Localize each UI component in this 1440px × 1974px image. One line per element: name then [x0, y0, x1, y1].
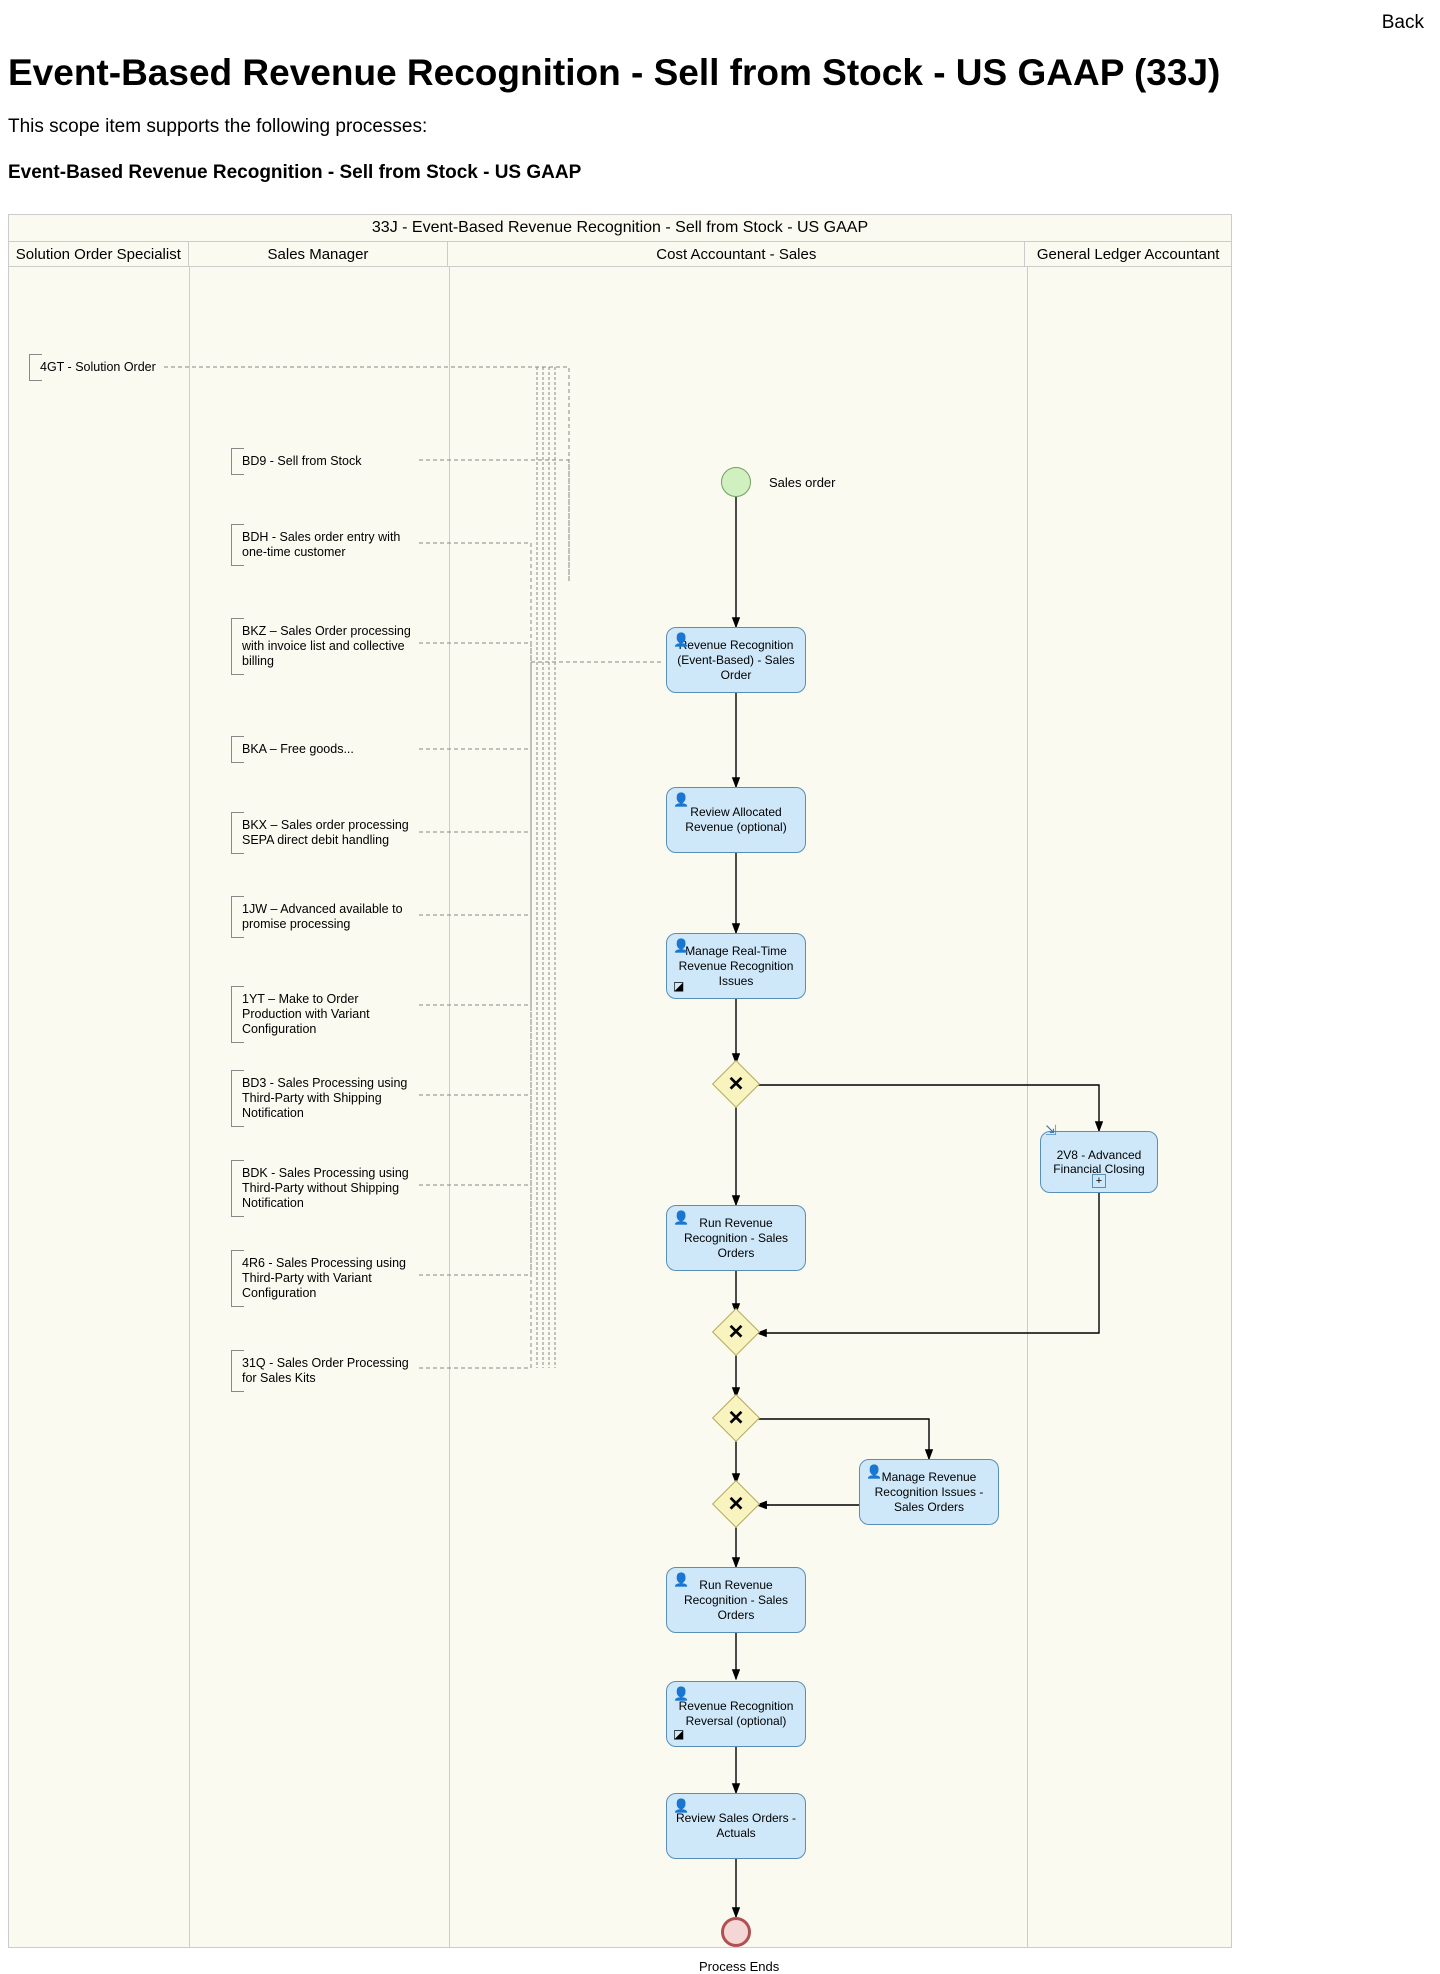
task-revenue-recognition-event-based[interactable]: 👤 Revenue Recognition (Event-Based) - Sa…	[666, 627, 806, 693]
lane-header-general-ledger-accountant: General Ledger Accountant	[1025, 242, 1231, 266]
lane-header-sales-manager: Sales Manager	[189, 242, 449, 266]
lane-header-solution-order-specialist: Solution Order Specialist	[9, 242, 189, 266]
ext-ref[interactable]: BDK - Sales Processing using Third-Party…	[231, 1165, 421, 1211]
marker-icon: ◪	[673, 1727, 684, 1742]
link-icon: ⇲	[1045, 1122, 1057, 1139]
task-run-revenue-recognition-2[interactable]: 👤 Run Revenue Recognition - Sales Orders	[666, 1567, 806, 1633]
task-run-revenue-recognition-1[interactable]: 👤 Run Revenue Recognition - Sales Orders	[666, 1205, 806, 1271]
user-icon: 👤	[673, 1798, 689, 1814]
task-review-sales-orders-actuals[interactable]: 👤 Review Sales Orders - Actuals	[666, 1793, 806, 1859]
ext-ref[interactable]: BKZ – Sales Order processing with invoic…	[231, 623, 421, 669]
start-event-label: Sales order	[769, 475, 835, 490]
ext-ref[interactable]: 1YT – Make to Order Production with Vari…	[231, 991, 421, 1037]
flow-connectors	[9, 267, 1231, 1947]
ext-ref[interactable]: 4R6 - Sales Processing using Third-Party…	[231, 1255, 421, 1301]
task-label: Revenue Recognition (Event-Based) - Sale…	[673, 638, 799, 683]
back-link[interactable]: Back	[1382, 12, 1424, 33]
task-review-allocated-revenue[interactable]: 👤 Review Allocated Revenue (optional)	[666, 787, 806, 853]
ext-ref[interactable]: 4GT - Solution Order	[29, 359, 169, 375]
marker-icon: ◪	[673, 979, 684, 994]
intro-text: This scope item supports the following p…	[8, 116, 1432, 138]
user-icon: 👤	[673, 792, 689, 808]
task-label: Run Revenue Recognition - Sales Orders	[673, 1216, 799, 1261]
user-icon: 👤	[673, 1572, 689, 1588]
task-label: Run Revenue Recognition - Sales Orders	[673, 1578, 799, 1623]
task-manage-revenue-recognition-issues[interactable]: 👤 Manage Revenue Recognition Issues - Sa…	[859, 1459, 999, 1525]
user-icon: 👤	[673, 1686, 689, 1702]
ext-ref[interactable]: BD9 - Sell from Stock	[231, 453, 421, 469]
ext-ref[interactable]: 1JW – Advanced available to promise proc…	[231, 901, 421, 932]
task-label: Manage Revenue Recognition Issues - Sale…	[866, 1470, 992, 1515]
user-icon: 👤	[673, 632, 689, 648]
task-manage-realtime-issues[interactable]: 👤 ◪ Manage Real-Time Revenue Recognition…	[666, 933, 806, 999]
user-icon: 👤	[866, 1464, 882, 1480]
ext-ref[interactable]: BDH - Sales order entry with one-time cu…	[231, 529, 421, 560]
ext-ref[interactable]: BD3 - Sales Processing using Third-Party…	[231, 1075, 421, 1121]
end-event[interactable]	[721, 1917, 751, 1947]
ext-ref[interactable]: 31Q - Sales Order Processing for Sales K…	[231, 1355, 421, 1386]
lane-header-cost-accountant-sales: Cost Accountant - Sales	[448, 242, 1025, 266]
ext-ref[interactable]: BKA – Free goods...	[231, 741, 421, 757]
end-event-label: Process Ends	[699, 1959, 779, 1974]
process-subheading: Event-Based Revenue Recognition - Sell f…	[8, 162, 1432, 184]
user-icon: 👤	[673, 938, 689, 954]
start-event[interactable]	[721, 467, 751, 497]
bpmn-diagram: 33J - Event-Based Revenue Recognition - …	[8, 214, 1232, 1948]
task-revenue-recognition-reversal[interactable]: 👤 ◪ Revenue Recognition Reversal (option…	[666, 1681, 806, 1747]
task-label: Review Sales Orders - Actuals	[673, 1811, 799, 1841]
page-title: Event-Based Revenue Recognition - Sell f…	[8, 52, 1432, 94]
task-label: Manage Real-Time Revenue Recognition Iss…	[673, 944, 799, 989]
expand-icon[interactable]: +	[1092, 1174, 1106, 1188]
subprocess-advanced-financial-closing[interactable]: ⇲ 2V8 - Advanced Financial Closing +	[1040, 1131, 1158, 1193]
user-icon: 👤	[673, 1210, 689, 1226]
task-label: Review Allocated Revenue (optional)	[673, 805, 799, 835]
subprocess-label: 2V8 - Advanced Financial Closing	[1045, 1148, 1153, 1177]
diagram-title: 33J - Event-Based Revenue Recognition - …	[9, 215, 1231, 242]
task-label: Revenue Recognition Reversal (optional)	[673, 1699, 799, 1729]
ext-ref[interactable]: BKX – Sales order processing SEPA direct…	[231, 817, 421, 848]
